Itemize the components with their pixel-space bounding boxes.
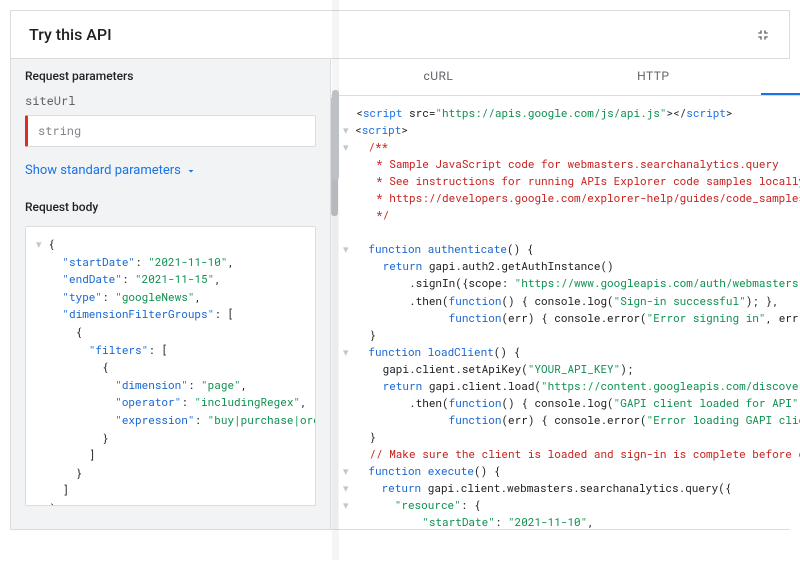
panel-title: Try this API	[29, 25, 112, 44]
show-standard-params-label: Show standard parameters	[25, 163, 181, 178]
tab-http[interactable]: HTTP	[546, 59, 761, 95]
siteurl-placeholder: string	[38, 123, 81, 139]
right-pane: cURL HTTP JAVASCRIPT <script src="https:…	[331, 59, 800, 529]
try-api-panel: Try this API Request parameters siteUrl …	[10, 10, 790, 530]
show-standard-params-link[interactable]: Show standard parameters	[11, 157, 330, 190]
title-bar: Try this API	[11, 11, 789, 59]
siteurl-input[interactable]: string	[25, 115, 316, 147]
code-sample-wrap: <script src="https://apis.google.com/js/…	[331, 96, 800, 529]
tab-javascript[interactable]: JAVASCRIPT	[761, 59, 800, 95]
fullscreen-exit-icon[interactable]	[755, 27, 771, 43]
divider-scrollbar-track	[332, 0, 339, 560]
param-name-siteurl: siteUrl	[11, 91, 330, 111]
left-pane: Request parameters siteUrl string Show s…	[11, 59, 331, 529]
request-body-heading: Request body	[11, 190, 330, 222]
code-sample[interactable]: <script src="https://apis.google.com/js/…	[331, 96, 800, 529]
chevron-down-icon	[185, 165, 197, 177]
code-tabs: cURL HTTP JAVASCRIPT	[331, 59, 800, 96]
divider-scrollbar-thumb[interactable]	[332, 90, 339, 180]
panel-body: Request parameters siteUrl string Show s…	[11, 59, 789, 529]
request-params-heading: Request parameters	[11, 59, 330, 91]
tab-curl[interactable]: cURL	[331, 59, 546, 95]
request-body-editor[interactable]: ▾ { "startDate": "2021-11-10", "endDate"…	[25, 226, 316, 506]
